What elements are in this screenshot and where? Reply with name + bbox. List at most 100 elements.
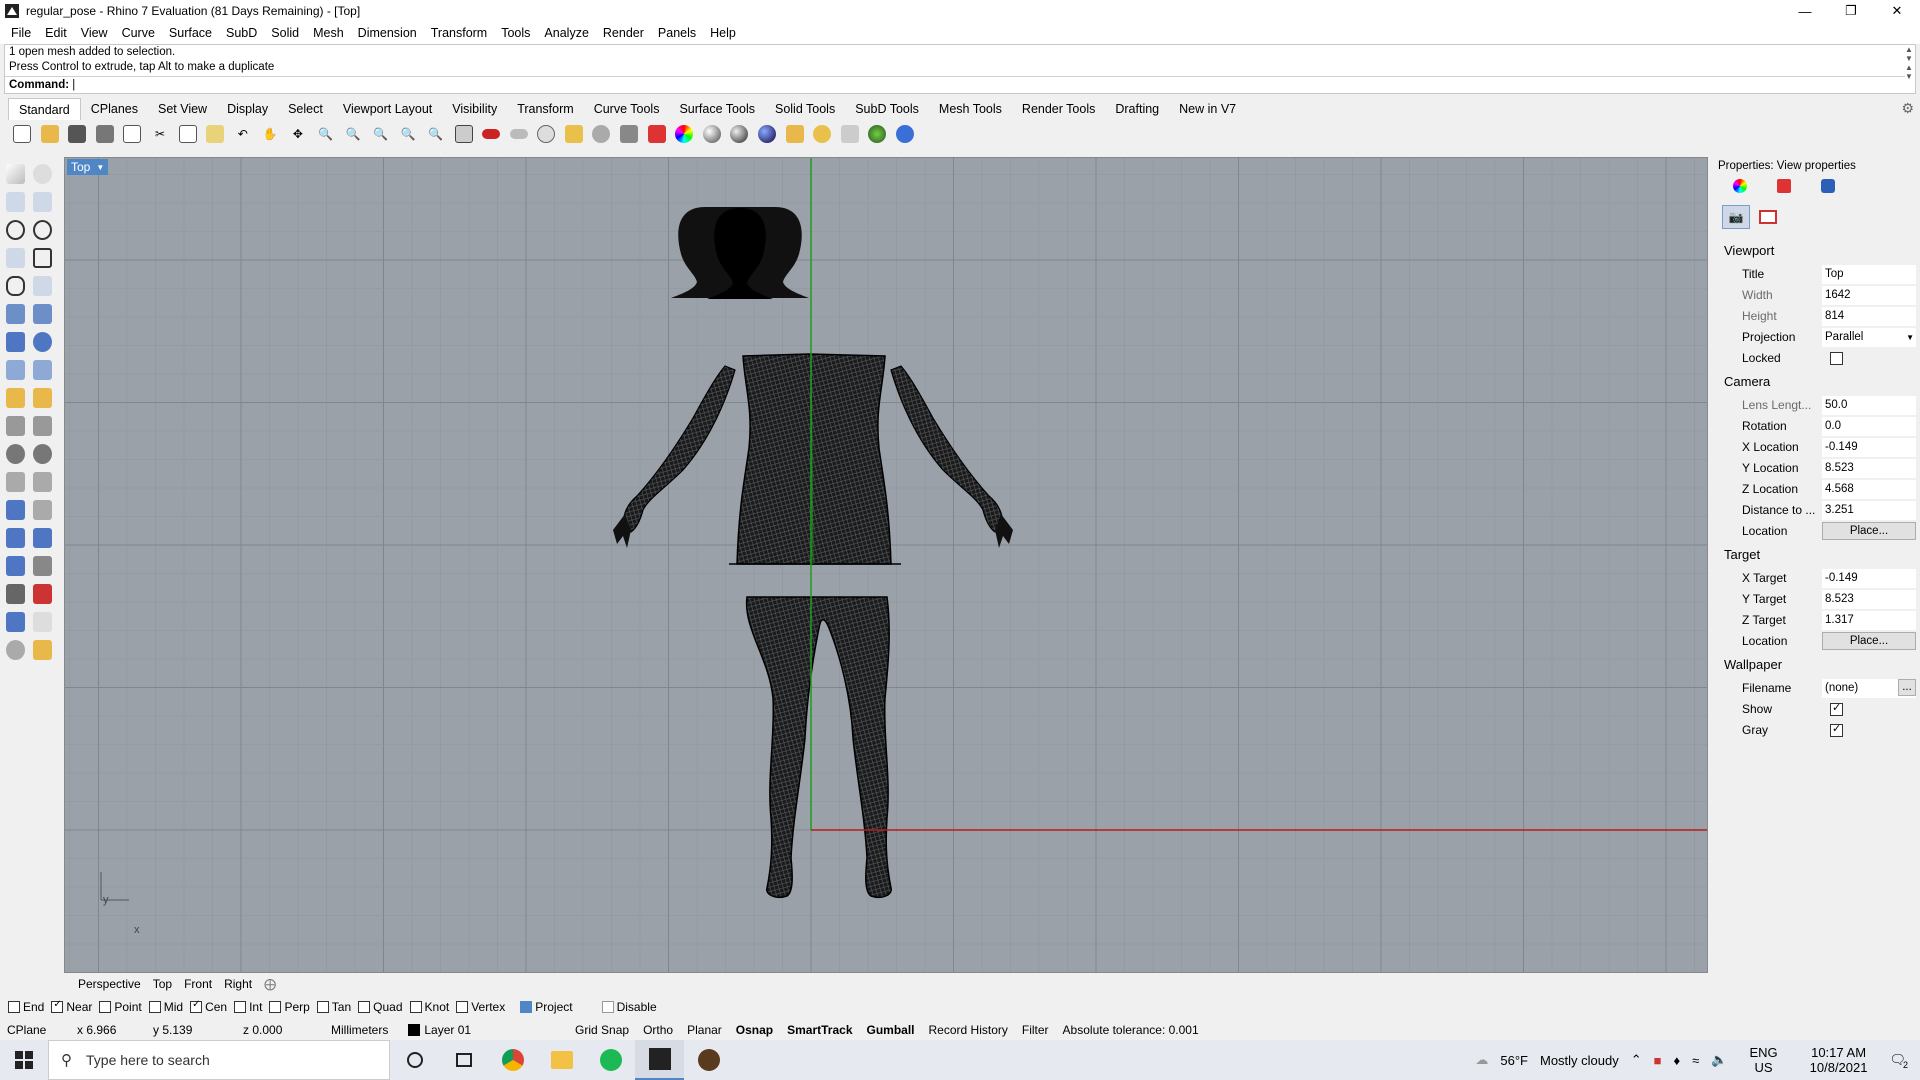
zoom-extents-icon[interactable]: 🔍 bbox=[369, 122, 393, 146]
arc-icon[interactable] bbox=[6, 248, 25, 268]
zoom-window-icon[interactable]: 🔍 bbox=[341, 122, 365, 146]
scale-icon[interactable] bbox=[33, 500, 52, 520]
extrude-icon[interactable] bbox=[33, 360, 52, 380]
print-icon[interactable] bbox=[93, 122, 117, 146]
rhino-taskbar-icon[interactable] bbox=[635, 1040, 684, 1080]
rotation-field[interactable]: 0.0 bbox=[1822, 416, 1916, 436]
checkbox[interactable] bbox=[148, 1001, 161, 1013]
taskbar-search[interactable]: ⚲ Type here to search bbox=[48, 1040, 390, 1080]
osnap-perp[interactable]: Perp bbox=[269, 1000, 310, 1014]
rotate-view-icon[interactable]: ✥ bbox=[286, 122, 310, 146]
cut-icon[interactable]: ✂ bbox=[148, 122, 172, 146]
volume-icon[interactable]: 🔈 bbox=[1705, 1052, 1733, 1068]
checkbox[interactable] bbox=[601, 1001, 614, 1013]
menu-dimension[interactable]: Dimension bbox=[351, 26, 424, 40]
osnap-mid[interactable]: Mid bbox=[148, 1000, 183, 1014]
command-prompt[interactable]: Command: | bbox=[5, 76, 1905, 93]
distance-field[interactable]: 3.251 bbox=[1822, 500, 1916, 520]
osnap-toggle[interactable]: Osnap bbox=[729, 1023, 780, 1037]
z-target-field[interactable]: 1.317 bbox=[1822, 610, 1916, 630]
menu-view[interactable]: View bbox=[74, 26, 115, 40]
checkbox[interactable] bbox=[456, 1001, 469, 1013]
cylinder-icon[interactable] bbox=[6, 360, 25, 380]
viewport-title-tab[interactable]: Top ▼ bbox=[67, 159, 109, 175]
dropbox-icon[interactable]: ♦ bbox=[1668, 1053, 1687, 1068]
checkbox[interactable] bbox=[358, 1001, 371, 1013]
rectangle-icon[interactable] bbox=[32, 248, 52, 268]
checkbox[interactable] bbox=[409, 1001, 422, 1013]
menu-tools[interactable]: Tools bbox=[494, 26, 537, 40]
checkbox[interactable] bbox=[190, 999, 203, 1013]
menu-help[interactable]: Help bbox=[703, 26, 743, 40]
osnap-int[interactable]: Int bbox=[234, 1000, 262, 1014]
polygon-icon[interactable] bbox=[6, 276, 26, 296]
viewport-tab-top[interactable]: Top bbox=[147, 977, 178, 991]
split-icon[interactable] bbox=[33, 416, 52, 436]
x-target-field[interactable]: -0.149 bbox=[1822, 568, 1916, 588]
maximize-button[interactable]: ❐ bbox=[1828, 0, 1874, 22]
checkbox[interactable] bbox=[99, 1001, 112, 1013]
smarttrack-toggle[interactable]: SmartTrack bbox=[780, 1023, 859, 1037]
z-location-field[interactable]: 4.568 bbox=[1822, 479, 1916, 499]
camera-icon[interactable]: 📷 bbox=[1722, 205, 1750, 229]
tab-surface-tools[interactable]: Surface Tools bbox=[669, 98, 765, 120]
tab-visibility[interactable]: Visibility bbox=[442, 98, 507, 120]
scroll-down-icon[interactable]: ▼ bbox=[1905, 72, 1913, 81]
tab-solid-tools[interactable]: Solid Tools bbox=[765, 98, 845, 120]
orient-icon[interactable] bbox=[6, 556, 25, 576]
file-explorer-icon[interactable] bbox=[537, 1040, 586, 1080]
camera-place-button[interactable]: Place... bbox=[1822, 522, 1916, 540]
viewport-title-field[interactable]: Top bbox=[1822, 264, 1916, 284]
curve-icon[interactable] bbox=[33, 192, 52, 212]
filename-field[interactable]: (none)... bbox=[1822, 678, 1916, 698]
select-objects-icon[interactable] bbox=[507, 122, 531, 146]
notifications-tab[interactable] bbox=[1806, 177, 1850, 195]
zoom-selected-icon[interactable]: 🔍 bbox=[396, 122, 420, 146]
analyze-icon[interactable] bbox=[33, 584, 52, 604]
scroll-up-icon[interactable]: ▲ bbox=[1905, 45, 1913, 54]
polyline-icon[interactable] bbox=[6, 192, 25, 212]
filter-toggle[interactable]: Filter bbox=[1015, 1023, 1056, 1037]
ungroup-icon[interactable] bbox=[33, 444, 52, 464]
surface-icon[interactable] bbox=[6, 304, 25, 324]
shaded-sphere-icon[interactable] bbox=[700, 122, 724, 146]
checkbox[interactable] bbox=[316, 1001, 329, 1013]
menu-subd[interactable]: SubD bbox=[219, 26, 264, 40]
light-icon[interactable] bbox=[33, 640, 52, 660]
tab-mesh-tools[interactable]: Mesh Tools bbox=[929, 98, 1012, 120]
gear-icon[interactable]: ⚙ bbox=[1901, 100, 1914, 117]
undo-view-icon[interactable]: 🔍 bbox=[424, 122, 448, 146]
units-label[interactable]: Millimeters bbox=[324, 1023, 395, 1037]
paste-icon[interactable] bbox=[203, 122, 227, 146]
locked-checkbox[interactable] bbox=[1830, 351, 1843, 365]
boolean-icon[interactable] bbox=[33, 332, 52, 352]
osnap-quad[interactable]: Quad bbox=[358, 1000, 403, 1014]
y-target-field[interactable]: 8.523 bbox=[1822, 589, 1916, 609]
language-indicator[interactable]: ENG US bbox=[1733, 1045, 1793, 1075]
viewport-tab-front[interactable]: Front bbox=[178, 977, 218, 991]
text-icon[interactable] bbox=[6, 500, 25, 520]
mesh-icon[interactable] bbox=[6, 612, 25, 632]
checkbox[interactable] bbox=[8, 1001, 20, 1013]
cplane-label[interactable]: CPlane bbox=[0, 1023, 64, 1037]
fillet-curve-icon[interactable] bbox=[33, 276, 52, 296]
tab-viewport-layout[interactable]: Viewport Layout bbox=[333, 98, 442, 120]
spotify-icon[interactable] bbox=[586, 1040, 635, 1080]
record-history-toggle[interactable]: Record History bbox=[922, 1023, 1015, 1037]
loft-icon[interactable] bbox=[33, 304, 52, 324]
task-view-icon[interactable] bbox=[439, 1040, 488, 1080]
lightbulb-icon[interactable] bbox=[589, 122, 613, 146]
tab-set-view[interactable]: Set View bbox=[148, 98, 217, 120]
move-icon[interactable] bbox=[6, 528, 25, 548]
chevron-down-icon[interactable]: ▼ bbox=[1906, 328, 1914, 347]
clock[interactable]: 10:17 AM 10/8/2021 bbox=[1794, 1045, 1884, 1075]
viewport-tab-perspective[interactable]: Perspective bbox=[72, 977, 147, 991]
viewport-tab-right[interactable]: Right bbox=[218, 977, 258, 991]
tab-select[interactable]: Select bbox=[278, 98, 333, 120]
menu-panels[interactable]: Panels bbox=[651, 26, 703, 40]
menu-file[interactable]: File bbox=[4, 26, 38, 40]
new-file-icon[interactable] bbox=[10, 122, 34, 146]
help-icon[interactable] bbox=[893, 122, 917, 146]
options-gear-icon[interactable] bbox=[810, 122, 834, 146]
tab-cplanes[interactable]: CPlanes bbox=[81, 98, 148, 120]
